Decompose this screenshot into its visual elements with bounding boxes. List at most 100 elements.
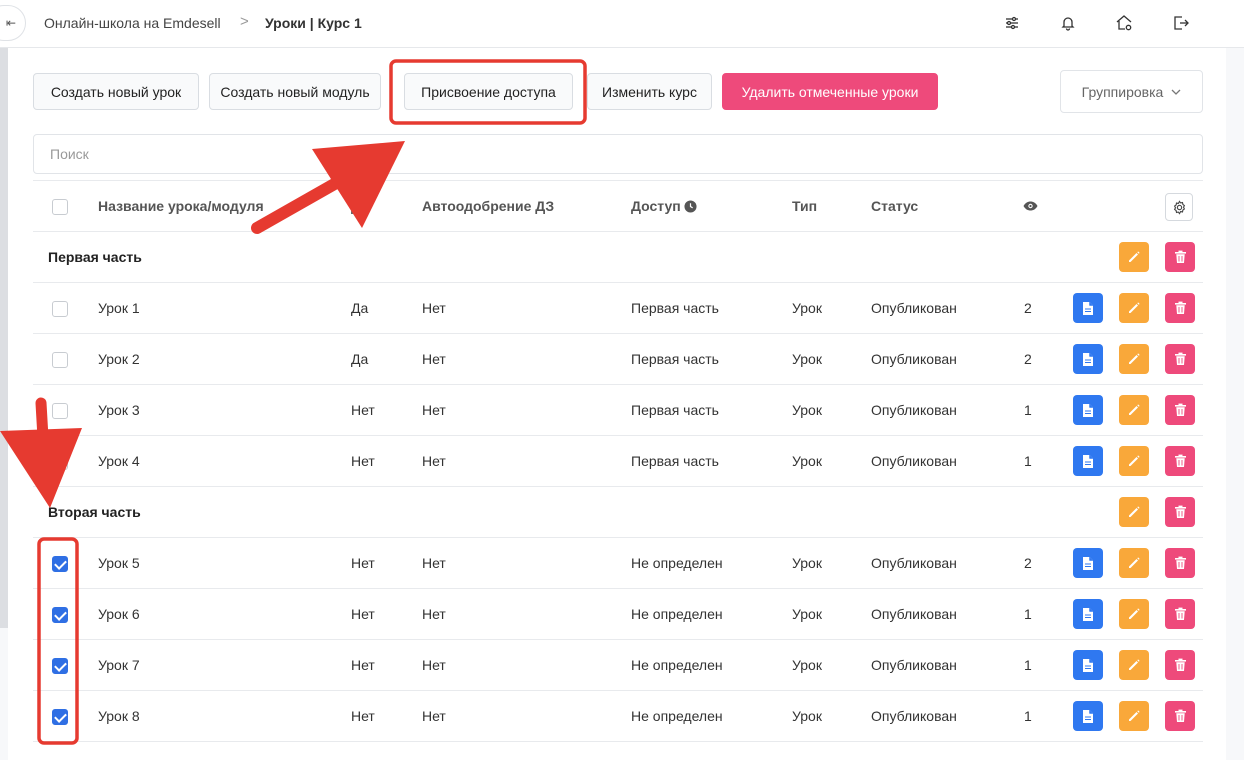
delete-lesson-button[interactable] [1165,344,1195,374]
view-lesson-button[interactable] [1073,293,1103,323]
row-checkbox[interactable] [52,556,68,572]
lesson-access: Не определен [631,708,723,724]
eye-icon [1023,181,1038,231]
lesson-type: Урок [792,555,822,571]
document-icon [1082,658,1094,673]
table-row: Урок 1 Да Нет Первая часть Урок Опубликован 2 [33,283,1203,334]
document-icon [1082,709,1094,724]
document-icon [1082,607,1094,622]
view-lesson-button[interactable] [1073,650,1103,680]
view-lesson-button[interactable] [1073,701,1103,731]
edit-lesson-button[interactable] [1119,344,1149,374]
col-auto: Автоодобрение ДЗ [422,198,555,214]
lesson-status: Опубликован [871,708,957,724]
lesson-hw: Нет [351,402,375,418]
logout-icon[interactable] [1171,13,1191,33]
edit-module-button[interactable] [1119,497,1149,527]
search-input[interactable] [33,134,1203,174]
row-checkbox[interactable] [52,301,68,317]
view-lesson-button[interactable] [1073,344,1103,374]
create-module-button[interactable]: Создать новый модуль [209,73,381,110]
edit-lesson-button[interactable] [1119,548,1149,578]
lesson-status: Опубликован [871,351,957,367]
delete-checked-button[interactable]: Удалить отмеченные уроки [722,73,938,110]
lesson-auto-approve: Нет [422,606,446,622]
trash-icon [1174,658,1187,672]
table-settings-button[interactable] [1165,193,1193,221]
lesson-access: Не определен [631,657,723,673]
lesson-type: Урок [792,402,822,418]
table-row: Урок 6 Нет Нет Не определен Урок Опубликован 1 [33,589,1203,640]
pencil-icon [1127,301,1141,315]
bell-icon[interactable] [1058,13,1078,33]
row-checkbox[interactable] [52,709,68,725]
lesson-views: 1 [1024,606,1032,622]
row-checkbox[interactable] [52,658,68,674]
delete-lesson-button[interactable] [1165,650,1195,680]
sidebar-collapse-button[interactable]: ⇤ [0,5,26,41]
col-name: Название урока/модуля [98,198,264,214]
row-checkbox[interactable] [52,454,68,470]
lesson-type: Урок [792,657,822,673]
lesson-name: Урок 3 [98,402,140,418]
lesson-views: 1 [1024,453,1032,469]
delete-lesson-button[interactable] [1165,701,1195,731]
table-row: Урок 7 Нет Нет Не определен Урок Опубликован 1 [33,640,1203,691]
lesson-status: Опубликован [871,300,957,316]
lesson-status: Опубликован [871,555,957,571]
breadcrumb-separator-icon: > [240,13,249,30]
sliders-icon[interactable] [1002,13,1022,33]
row-checkbox[interactable] [52,607,68,623]
lesson-hw: Нет [351,555,375,571]
row-checkbox[interactable] [52,403,68,419]
lesson-auto-approve: Нет [422,657,446,673]
delete-lesson-button[interactable] [1165,446,1195,476]
table-row: Урок 4 Нет Нет Первая часть Урок Опубликован 1 [33,436,1203,487]
delete-module-button[interactable] [1165,497,1195,527]
col-access-label: Доступ [631,198,681,214]
lesson-hw: Нет [351,606,375,622]
delete-module-button[interactable] [1165,242,1195,272]
lesson-status: Опубликован [871,402,957,418]
delete-lesson-button[interactable] [1165,548,1195,578]
view-lesson-button[interactable] [1073,446,1103,476]
trash-icon [1174,250,1187,264]
edit-lesson-button[interactable] [1119,293,1149,323]
lesson-views: 1 [1024,402,1032,418]
pencil-icon [1127,352,1141,366]
lesson-access: Первая часть [631,351,719,367]
delete-lesson-button[interactable] [1165,293,1195,323]
create-lesson-button[interactable]: Создать новый урок [33,73,199,110]
lesson-hw: Да [351,300,369,316]
breadcrumb-school[interactable]: Онлайн-школа на Emdesell [44,15,221,31]
home-settings-icon[interactable] [1114,13,1134,33]
lesson-name: Урок 7 [98,657,140,673]
module-title: Первая часть [48,249,142,265]
edit-lesson-button[interactable] [1119,701,1149,731]
view-lesson-button[interactable] [1073,599,1103,629]
delete-lesson-button[interactable] [1165,395,1195,425]
edit-lesson-button[interactable] [1119,446,1149,476]
delete-lesson-button[interactable] [1165,599,1195,629]
edit-lesson-button[interactable] [1119,599,1149,629]
document-icon [1082,403,1094,418]
select-all-checkbox[interactable] [52,199,68,215]
lessons-table: Название урока/модуля ДЗ Автоодобрение Д… [33,180,1203,742]
lesson-hw: Нет [351,453,375,469]
edit-course-button[interactable]: Изменить курс [587,73,712,110]
grouping-dropdown[interactable]: Группировка [1060,70,1203,113]
lesson-name: Урок 2 [98,351,140,367]
lesson-status: Опубликован [871,657,957,673]
assign-access-button[interactable]: Присвоение доступа [404,73,573,110]
trash-icon [1174,556,1187,570]
edit-lesson-button[interactable] [1119,395,1149,425]
edit-module-button[interactable] [1119,242,1149,272]
pencil-icon [1127,403,1141,417]
view-lesson-button[interactable] [1073,548,1103,578]
lesson-auto-approve: Нет [422,453,446,469]
pencil-icon [1127,454,1141,468]
row-checkbox[interactable] [52,352,68,368]
edit-lesson-button[interactable] [1119,650,1149,680]
top-bar: ⇤ Онлайн-школа на Emdesell > Уроки | Кур… [0,0,1244,48]
view-lesson-button[interactable] [1073,395,1103,425]
